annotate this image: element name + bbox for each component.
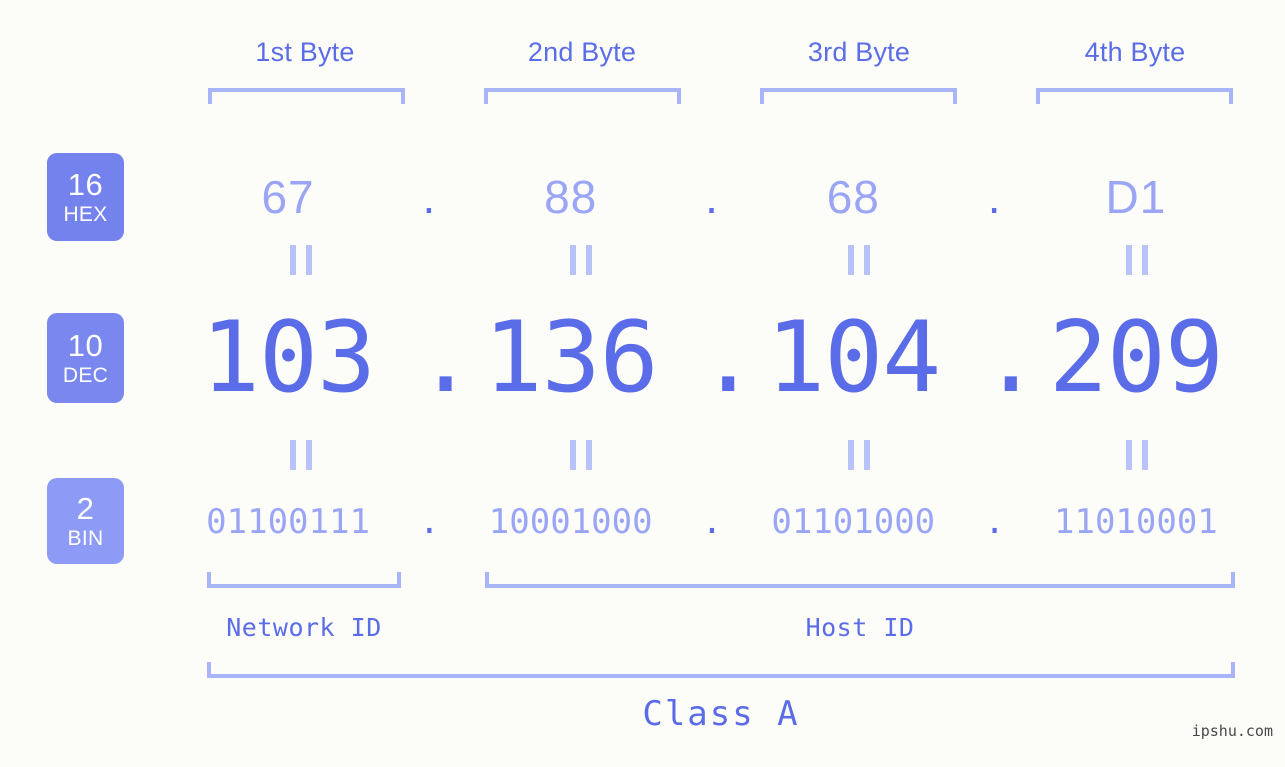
dec-separator-1: . bbox=[416, 301, 475, 415]
byte-bracket-1 bbox=[208, 88, 405, 104]
host-id-bracket bbox=[485, 572, 1235, 588]
bin-byte-1: 01100111 bbox=[206, 502, 370, 542]
dec-value-row: 103 . 136 . 104 . 209 bbox=[160, 300, 1264, 416]
hex-byte-3: 68 bbox=[826, 171, 880, 223]
bin-byte-3: 01101000 bbox=[771, 502, 936, 542]
dec-byte-4: 209 bbox=[1048, 301, 1224, 415]
hex-byte-1: 67 bbox=[261, 171, 315, 223]
base-badge-bin-number: 2 bbox=[76, 491, 95, 526]
bin-separator-1: . bbox=[419, 502, 440, 542]
hex-separator-2: . bbox=[705, 170, 719, 223]
equals-icon-dec-bin-2 bbox=[570, 440, 592, 470]
dec-byte-1: 103 bbox=[201, 301, 376, 415]
hex-separator-3: . bbox=[987, 170, 1002, 223]
byte-header-1: 1st Byte bbox=[255, 37, 355, 67]
byte-header-3: 3rd Byte bbox=[807, 37, 911, 67]
dec-separator-3: . bbox=[981, 301, 1040, 415]
bin-separator-2: . bbox=[701, 502, 723, 542]
equals-icon-hex-dec-4 bbox=[1126, 245, 1148, 275]
base-badge-dec: 10 DEC bbox=[47, 313, 124, 403]
hex-byte-4: D1 bbox=[1105, 171, 1167, 223]
ip-breakdown-diagram: 1st Byte 2nd Byte 3rd Byte 4th Byte 16 H… bbox=[0, 0, 1285, 767]
host-id-label: Host ID bbox=[805, 613, 915, 642]
hex-value-row: 67 . 88 . 68 . D1 bbox=[160, 152, 1264, 242]
byte-bracket-3 bbox=[760, 88, 957, 104]
base-badge-hex-name: HEX bbox=[63, 203, 108, 226]
equals-icon-dec-bin-4 bbox=[1126, 440, 1148, 470]
equals-icon-hex-dec-2 bbox=[570, 245, 592, 275]
bin-value-row: 01100111 . 10001000 . 01101000 . 1101000… bbox=[160, 492, 1264, 552]
bin-byte-4: 11010001 bbox=[1054, 502, 1218, 542]
base-badge-dec-number: 10 bbox=[67, 328, 104, 363]
network-id-label: Network ID bbox=[226, 613, 382, 642]
byte-header-4: 4th Byte bbox=[1084, 37, 1186, 67]
bin-separator-3: . bbox=[984, 502, 1005, 542]
base-badge-bin: 2 BIN bbox=[47, 478, 124, 564]
network-id-bracket bbox=[207, 572, 401, 588]
dec-separator-2: . bbox=[698, 301, 758, 415]
bin-byte-2: 10001000 bbox=[488, 502, 653, 542]
dec-byte-3: 104 bbox=[766, 301, 941, 415]
base-badge-hex: 16 HEX bbox=[47, 153, 124, 241]
class-bracket bbox=[207, 662, 1235, 678]
equals-icon-dec-bin-3 bbox=[848, 440, 870, 470]
equals-icon-hex-dec-1 bbox=[290, 245, 312, 275]
class-label: Class A bbox=[642, 694, 800, 734]
byte-bracket-2 bbox=[484, 88, 681, 104]
base-badge-dec-name: DEC bbox=[62, 364, 109, 387]
hex-separator-1: . bbox=[422, 170, 437, 223]
equals-icon-hex-dec-3 bbox=[848, 245, 870, 275]
byte-header-2: 2nd Byte bbox=[527, 37, 637, 67]
equals-icon-dec-bin-1 bbox=[290, 440, 312, 470]
byte-bracket-4 bbox=[1036, 88, 1233, 104]
hex-byte-2: 88 bbox=[544, 171, 598, 223]
site-watermark: ipshu.com bbox=[1191, 722, 1273, 740]
base-badge-bin-name: BIN bbox=[67, 527, 104, 550]
base-badge-hex-number: 16 bbox=[67, 167, 104, 202]
dec-byte-2: 136 bbox=[483, 301, 659, 415]
